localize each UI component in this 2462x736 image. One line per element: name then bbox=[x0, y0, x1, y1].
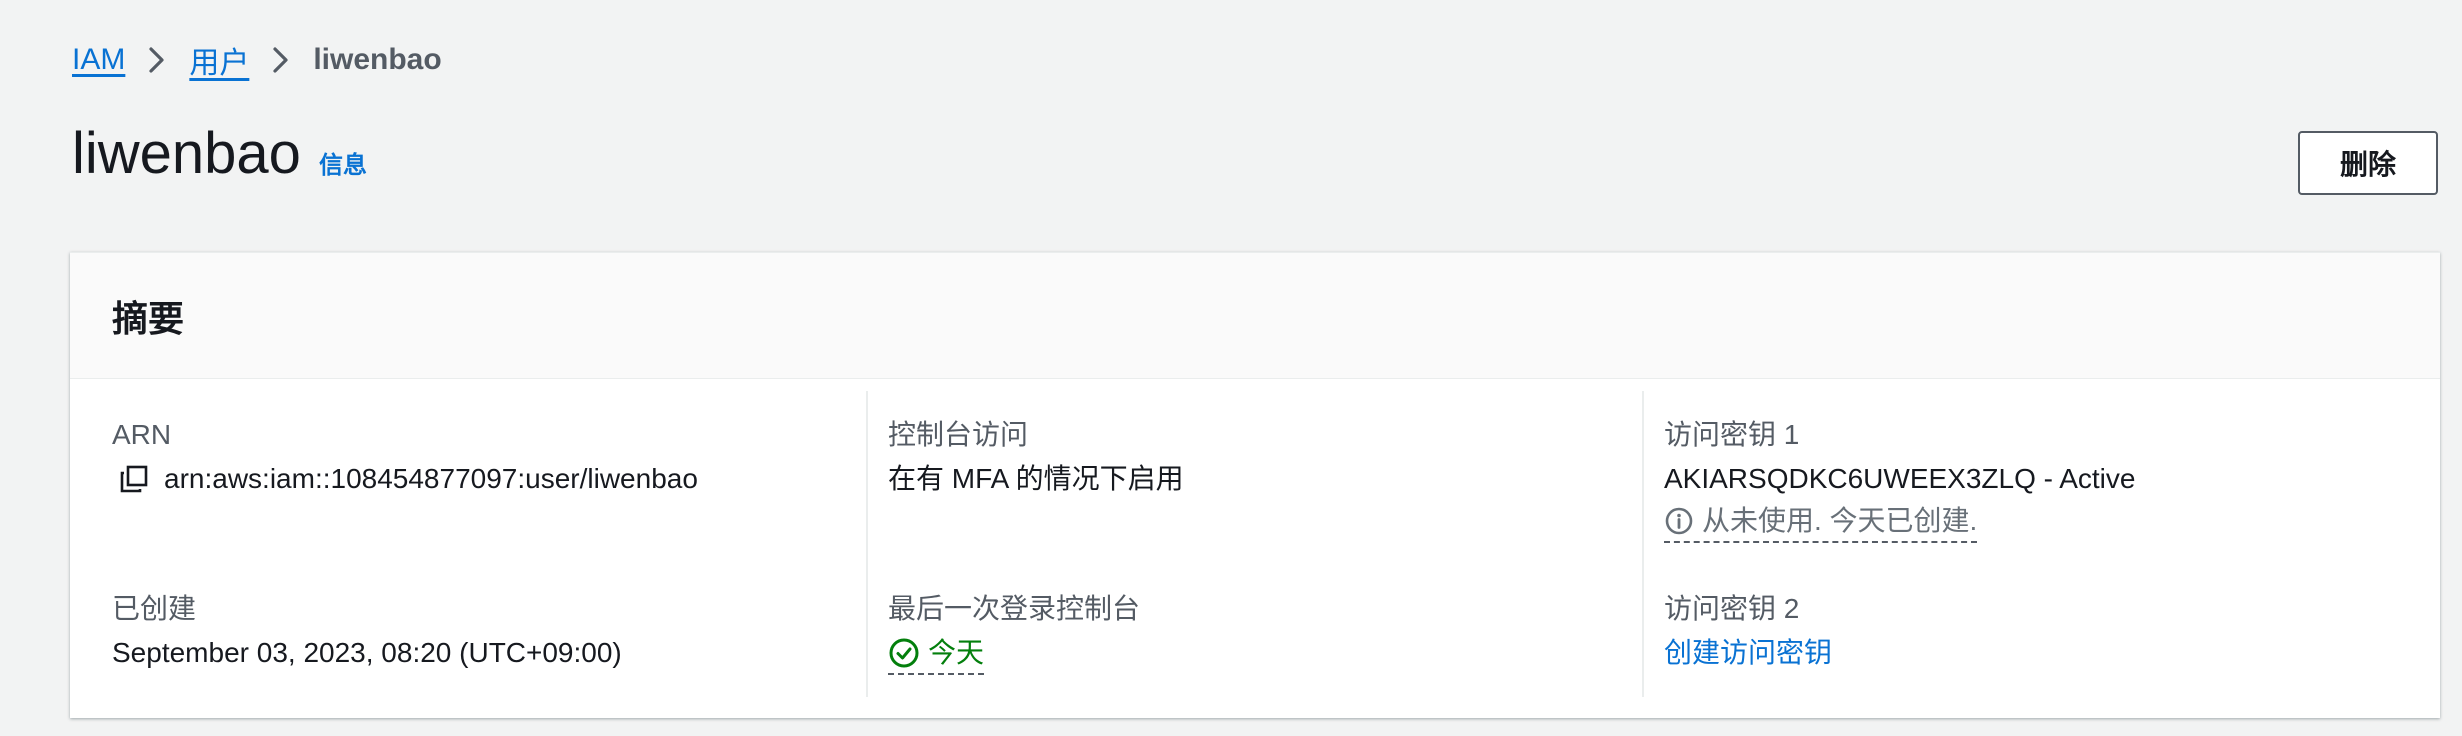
info-icon bbox=[1664, 506, 1694, 536]
breadcrumb-link-users[interactable]: 用户 bbox=[189, 38, 249, 82]
page-header: liwenbao 信息 bbox=[72, 120, 367, 200]
delete-button[interactable]: 删除 bbox=[2298, 131, 2438, 195]
summary-column-access-keys: 访问密钥 1 AKIARSQDKC6UWEEX3ZLQ - Active 从未使… bbox=[1642, 391, 2418, 697]
access-key-1-field: 访问密钥 1 AKIARSQDKC6UWEEX3ZLQ - Active 从未使… bbox=[1664, 417, 2135, 543]
chevron-right-icon bbox=[125, 40, 189, 80]
access-key-2-label: 访问密钥 2 bbox=[1664, 593, 1800, 624]
arn-label: ARN bbox=[112, 419, 172, 450]
summary-column-identity: ARN arn:aws:iam::108454877097:user/liwen… bbox=[112, 391, 888, 697]
breadcrumb: IAM 用户 liwenbao bbox=[72, 40, 442, 80]
arn-field: ARN arn:aws:iam::108454877097:user/liwen… bbox=[112, 417, 698, 497]
last-signin-label: 最后一次登录控制台 bbox=[888, 593, 1141, 624]
info-link[interactable]: 信息 bbox=[319, 145, 367, 180]
check-circle-icon bbox=[888, 637, 920, 669]
page-title: liwenbao bbox=[72, 121, 301, 186]
console-access-value: 在有 MFA 的情况下启用 bbox=[888, 463, 1184, 494]
summary-header: 摘要 bbox=[70, 253, 2440, 379]
access-key-1-status[interactable]: 从未使用. 今天已创建. bbox=[1664, 503, 1978, 543]
summary-container: 摘要 ARN arn:aws:iam::108454877097:user/li… bbox=[70, 252, 2440, 718]
copy-icon[interactable] bbox=[118, 463, 150, 495]
breadcrumb-link-iam[interactable]: IAM bbox=[72, 43, 125, 77]
summary-title: 摘要 bbox=[112, 297, 185, 339]
create-access-key-link[interactable]: 创建访问密钥 bbox=[1664, 635, 1832, 671]
last-signin-field: 最后一次登录控制台 今天 bbox=[888, 591, 1140, 675]
summary-column-console: 控制台访问 在有 MFA 的情况下启用 最后一次登录控制台 今天 bbox=[866, 391, 1642, 697]
arn-value: arn:aws:iam::108454877097:user/liwenbao bbox=[164, 463, 698, 494]
last-signin-value: 今天 bbox=[928, 637, 985, 668]
chevron-right-icon bbox=[249, 40, 313, 80]
breadcrumb-current: liwenbao bbox=[313, 43, 442, 76]
access-key-1-value: AKIARSQDKC6UWEEX3ZLQ - Active bbox=[1664, 463, 2136, 494]
access-key-2-field: 访问密钥 2 创建访问密钥 bbox=[1664, 591, 1832, 671]
created-label: 已创建 bbox=[112, 593, 197, 624]
console-access-label: 控制台访问 bbox=[888, 419, 1029, 450]
arn-value-row: arn:aws:iam::108454877097:user/liwenbao bbox=[112, 461, 698, 497]
access-key-1-status-text: 从未使用. 今天已创建. bbox=[1702, 505, 1978, 536]
console-access-field: 控制台访问 在有 MFA 的情况下启用 bbox=[888, 417, 1184, 497]
created-field: 已创建 September 03, 2023, 08:20 (UTC+09:00… bbox=[112, 591, 622, 671]
last-signin-status[interactable]: 今天 bbox=[888, 635, 985, 675]
summary-body: ARN arn:aws:iam::108454877097:user/liwen… bbox=[70, 379, 2440, 719]
access-key-1-label: 访问密钥 1 bbox=[1664, 419, 1800, 450]
created-value: September 03, 2023, 08:20 (UTC+09:00) bbox=[112, 637, 622, 668]
